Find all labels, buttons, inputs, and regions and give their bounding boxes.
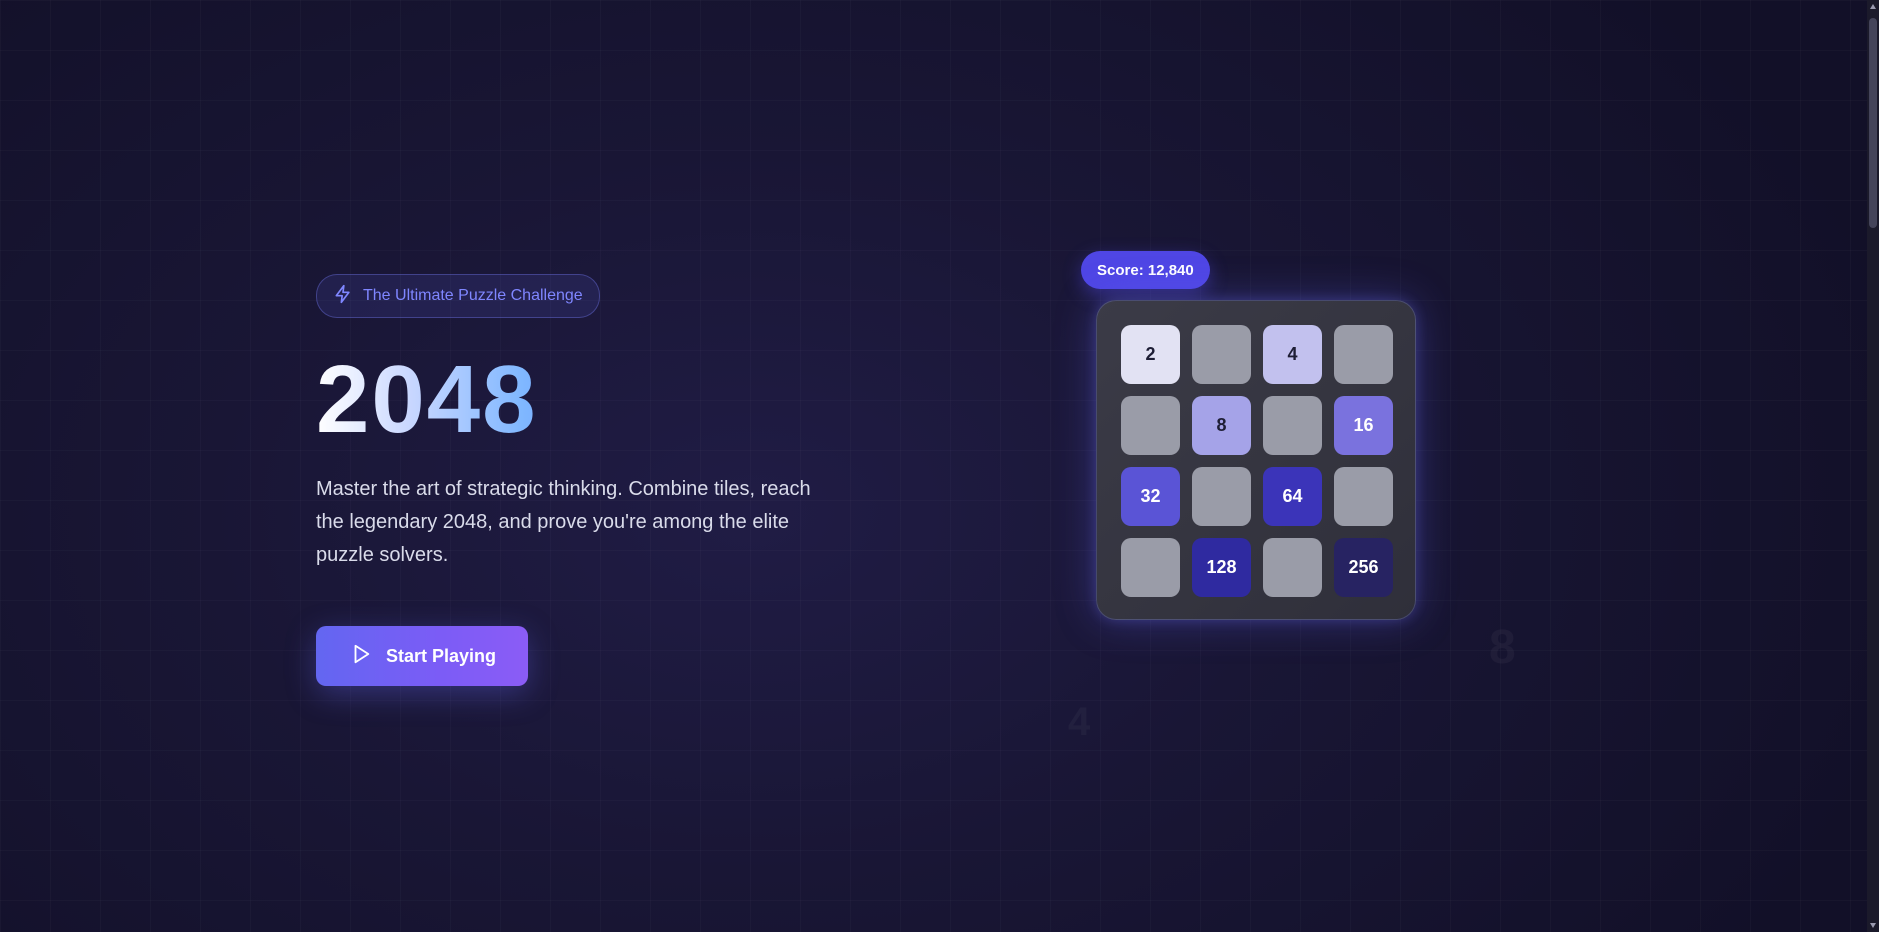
board-tile-empty	[1263, 396, 1322, 455]
game-board-preview: 2 4 8 16 32 64 128 256	[1096, 300, 1416, 620]
hero-badge-label: The Ultimate Puzzle Challenge	[363, 287, 583, 304]
hero-section: The Ultimate Puzzle Challenge 2048 Maste…	[316, 274, 836, 686]
board-tile: 32	[1121, 467, 1180, 526]
board-tile: 16	[1334, 396, 1393, 455]
board-tile: 8	[1192, 396, 1251, 455]
background-grid	[0, 0, 1879, 932]
scrollbar-thumb[interactable]	[1869, 18, 1877, 228]
page-title: 2048	[316, 352, 836, 450]
hero-description: Master the art of strategic thinking. Co…	[316, 478, 811, 566]
page-scrollbar[interactable]	[1867, 0, 1879, 932]
board-tile: 256	[1334, 538, 1393, 597]
board-tile: 4	[1263, 325, 1322, 384]
start-playing-button[interactable]: Start Playing	[316, 626, 529, 686]
board-tile-empty	[1192, 467, 1251, 526]
score-badge: Score: 12,840	[1081, 251, 1210, 289]
board-tile-empty	[1263, 538, 1322, 597]
start-playing-label: Start Playing	[386, 645, 497, 666]
board-tile-empty	[1121, 396, 1180, 455]
game-board: 2 4 8 16 32 64 128 256	[1096, 300, 1416, 620]
lightning-icon	[333, 284, 353, 309]
board-tile: 128	[1192, 538, 1251, 597]
play-icon	[350, 643, 372, 670]
board-tile-empty	[1121, 538, 1180, 597]
scroll-down-icon[interactable]	[1870, 923, 1876, 928]
decorative-ghost-glyph: 4	[1068, 700, 1090, 745]
board-tile-empty	[1334, 325, 1393, 384]
scroll-up-icon[interactable]	[1870, 4, 1876, 9]
board-tile-empty	[1192, 325, 1251, 384]
decorative-ghost-glyph: 8	[1489, 620, 1516, 675]
board-tile-empty	[1334, 467, 1393, 526]
hero-badge: The Ultimate Puzzle Challenge	[316, 274, 600, 318]
board-tile: 2	[1121, 325, 1180, 384]
board-tile: 64	[1263, 467, 1322, 526]
